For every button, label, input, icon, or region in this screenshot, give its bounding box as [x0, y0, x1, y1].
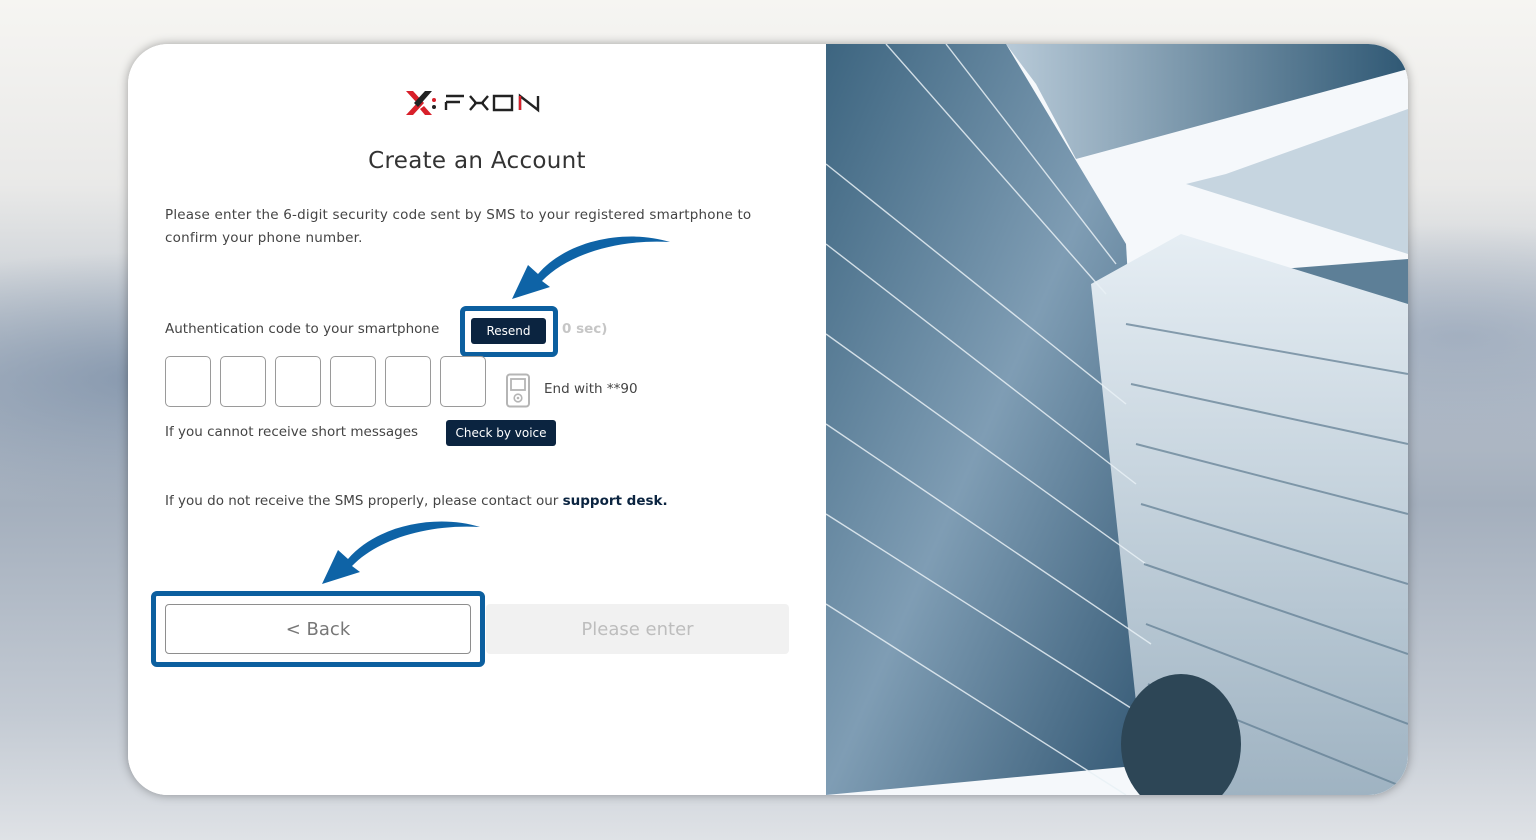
code-digit-3[interactable] — [275, 356, 321, 407]
code-digit-1[interactable] — [165, 356, 211, 407]
support-note-text: If you do not receive the SMS properly, … — [165, 493, 563, 509]
code-digit-6[interactable] — [440, 356, 486, 407]
logo-mark-icon — [406, 91, 436, 115]
page-title: Create an Account — [368, 148, 586, 174]
voice-fallback-label: If you cannot receive short messages — [165, 424, 419, 440]
building-photo — [826, 44, 1408, 795]
resend-timer: 0 sec) — [562, 321, 608, 337]
account-card: Create an Account Please enter the 6-dig… — [128, 44, 1408, 795]
instructions-text: Please enter the 6-digit security code s… — [165, 207, 752, 246]
support-desk-link[interactable]: support desk. — [563, 493, 668, 509]
form-panel: Create an Account Please enter the 6-dig… — [128, 44, 826, 795]
back-button[interactable]: < Back — [165, 604, 471, 654]
logo-wordmark — [444, 93, 540, 113]
code-digit-5[interactable] — [385, 356, 431, 407]
arrow-to-back-icon — [322, 521, 480, 584]
submit-button-disabled: Please enter — [486, 604, 789, 654]
skyscrapers-illustration — [826, 44, 1408, 795]
fxon-logo — [406, 91, 540, 115]
resend-button[interactable]: Resend — [471, 318, 546, 344]
check-by-voice-button[interactable]: Check by voice — [446, 420, 556, 446]
mobile-phone-icon — [506, 373, 530, 408]
phone-number-hint: End with **90 — [544, 381, 638, 397]
code-digit-4[interactable] — [330, 356, 376, 407]
code-digit-2[interactable] — [220, 356, 266, 407]
auth-code-label: Authentication code to your smartphone — [165, 321, 440, 337]
arrow-to-resend-icon — [512, 236, 670, 299]
support-note: If you do not receive the SMS properly, … — [165, 493, 668, 509]
